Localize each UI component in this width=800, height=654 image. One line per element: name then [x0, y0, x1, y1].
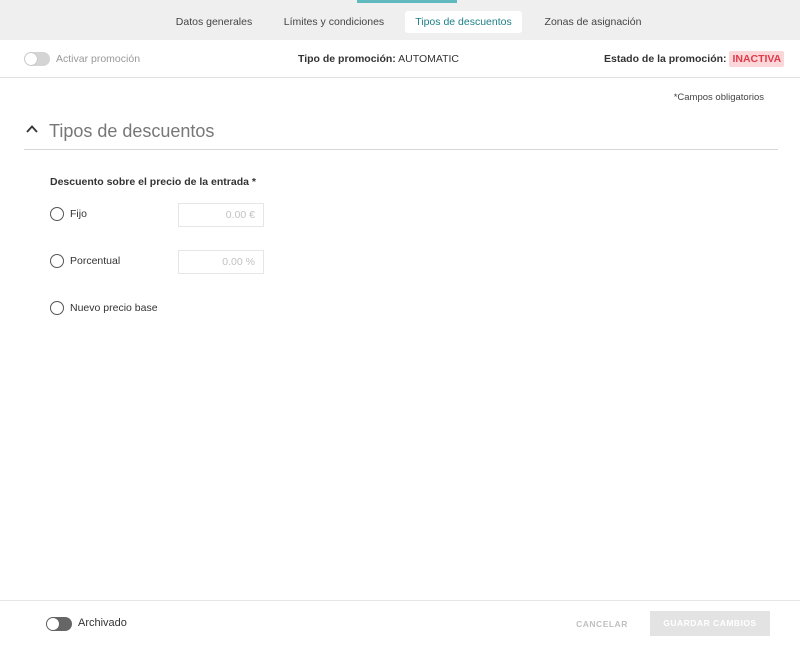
activate-promotion-label: Activar promoción [56, 53, 141, 65]
status-badge: INACTIVA [729, 51, 785, 67]
porcentual-label[interactable]: Porcentual [70, 255, 120, 267]
footer-bar: Archivado CANCELAR GUARDAR CAMBIOS [0, 600, 800, 654]
activate-promotion-toggle[interactable] [24, 52, 50, 66]
archived-toggle[interactable] [46, 617, 72, 631]
nuevo-precio-base-label[interactable]: Nuevo precio base [70, 302, 158, 314]
tab-indicator [357, 0, 457, 3]
nuevo-precio-base-radio[interactable] [50, 301, 64, 315]
porcentual-radio[interactable] [50, 254, 64, 268]
tab-limites-condiciones[interactable]: Límites y condiciones [276, 11, 392, 33]
tab-bar: Datos generales Límites y condiciones Ti… [0, 0, 800, 40]
toggle-knob [47, 618, 59, 630]
promotion-type-label: Tipo de promoción: [298, 53, 396, 65]
archived-label: Archivado [78, 617, 127, 629]
discount-group-label: Descuento sobre el precio de la entrada … [50, 176, 256, 188]
promotion-state-label: Estado de la promoción: [604, 53, 727, 65]
promotion-state: Estado de la promoción: INACTIVA [604, 51, 785, 67]
toggle-knob [25, 53, 37, 65]
porcentual-amount-input[interactable] [178, 250, 264, 274]
fijo-radio[interactable] [50, 207, 64, 221]
promotion-status-bar: Activar promoción Tipo de promoción: AUT… [0, 40, 800, 78]
tab-tipos-descuentos[interactable]: Tipos de descuentos [405, 11, 522, 33]
cancel-button[interactable]: CANCELAR [570, 613, 634, 635]
section-title: Tipos de descuentos [49, 121, 215, 141]
required-fields-note: *Campos obligatorios [673, 92, 764, 103]
save-changes-button[interactable]: GUARDAR CAMBIOS [650, 611, 770, 636]
promotion-type-value: AUTOMATIC [398, 53, 460, 65]
fijo-label[interactable]: Fijo [70, 208, 87, 220]
chevron-up-icon [26, 125, 38, 133]
promotion-type: Tipo de promoción: AUTOMATIC [298, 52, 459, 66]
section-header-tipos-descuentos[interactable]: Tipos de descuentos [24, 118, 778, 150]
tab-datos-generales[interactable]: Datos generales [168, 11, 260, 33]
fijo-amount-input[interactable] [178, 203, 264, 227]
tab-zonas-asignacion[interactable]: Zonas de asignación [536, 11, 650, 33]
